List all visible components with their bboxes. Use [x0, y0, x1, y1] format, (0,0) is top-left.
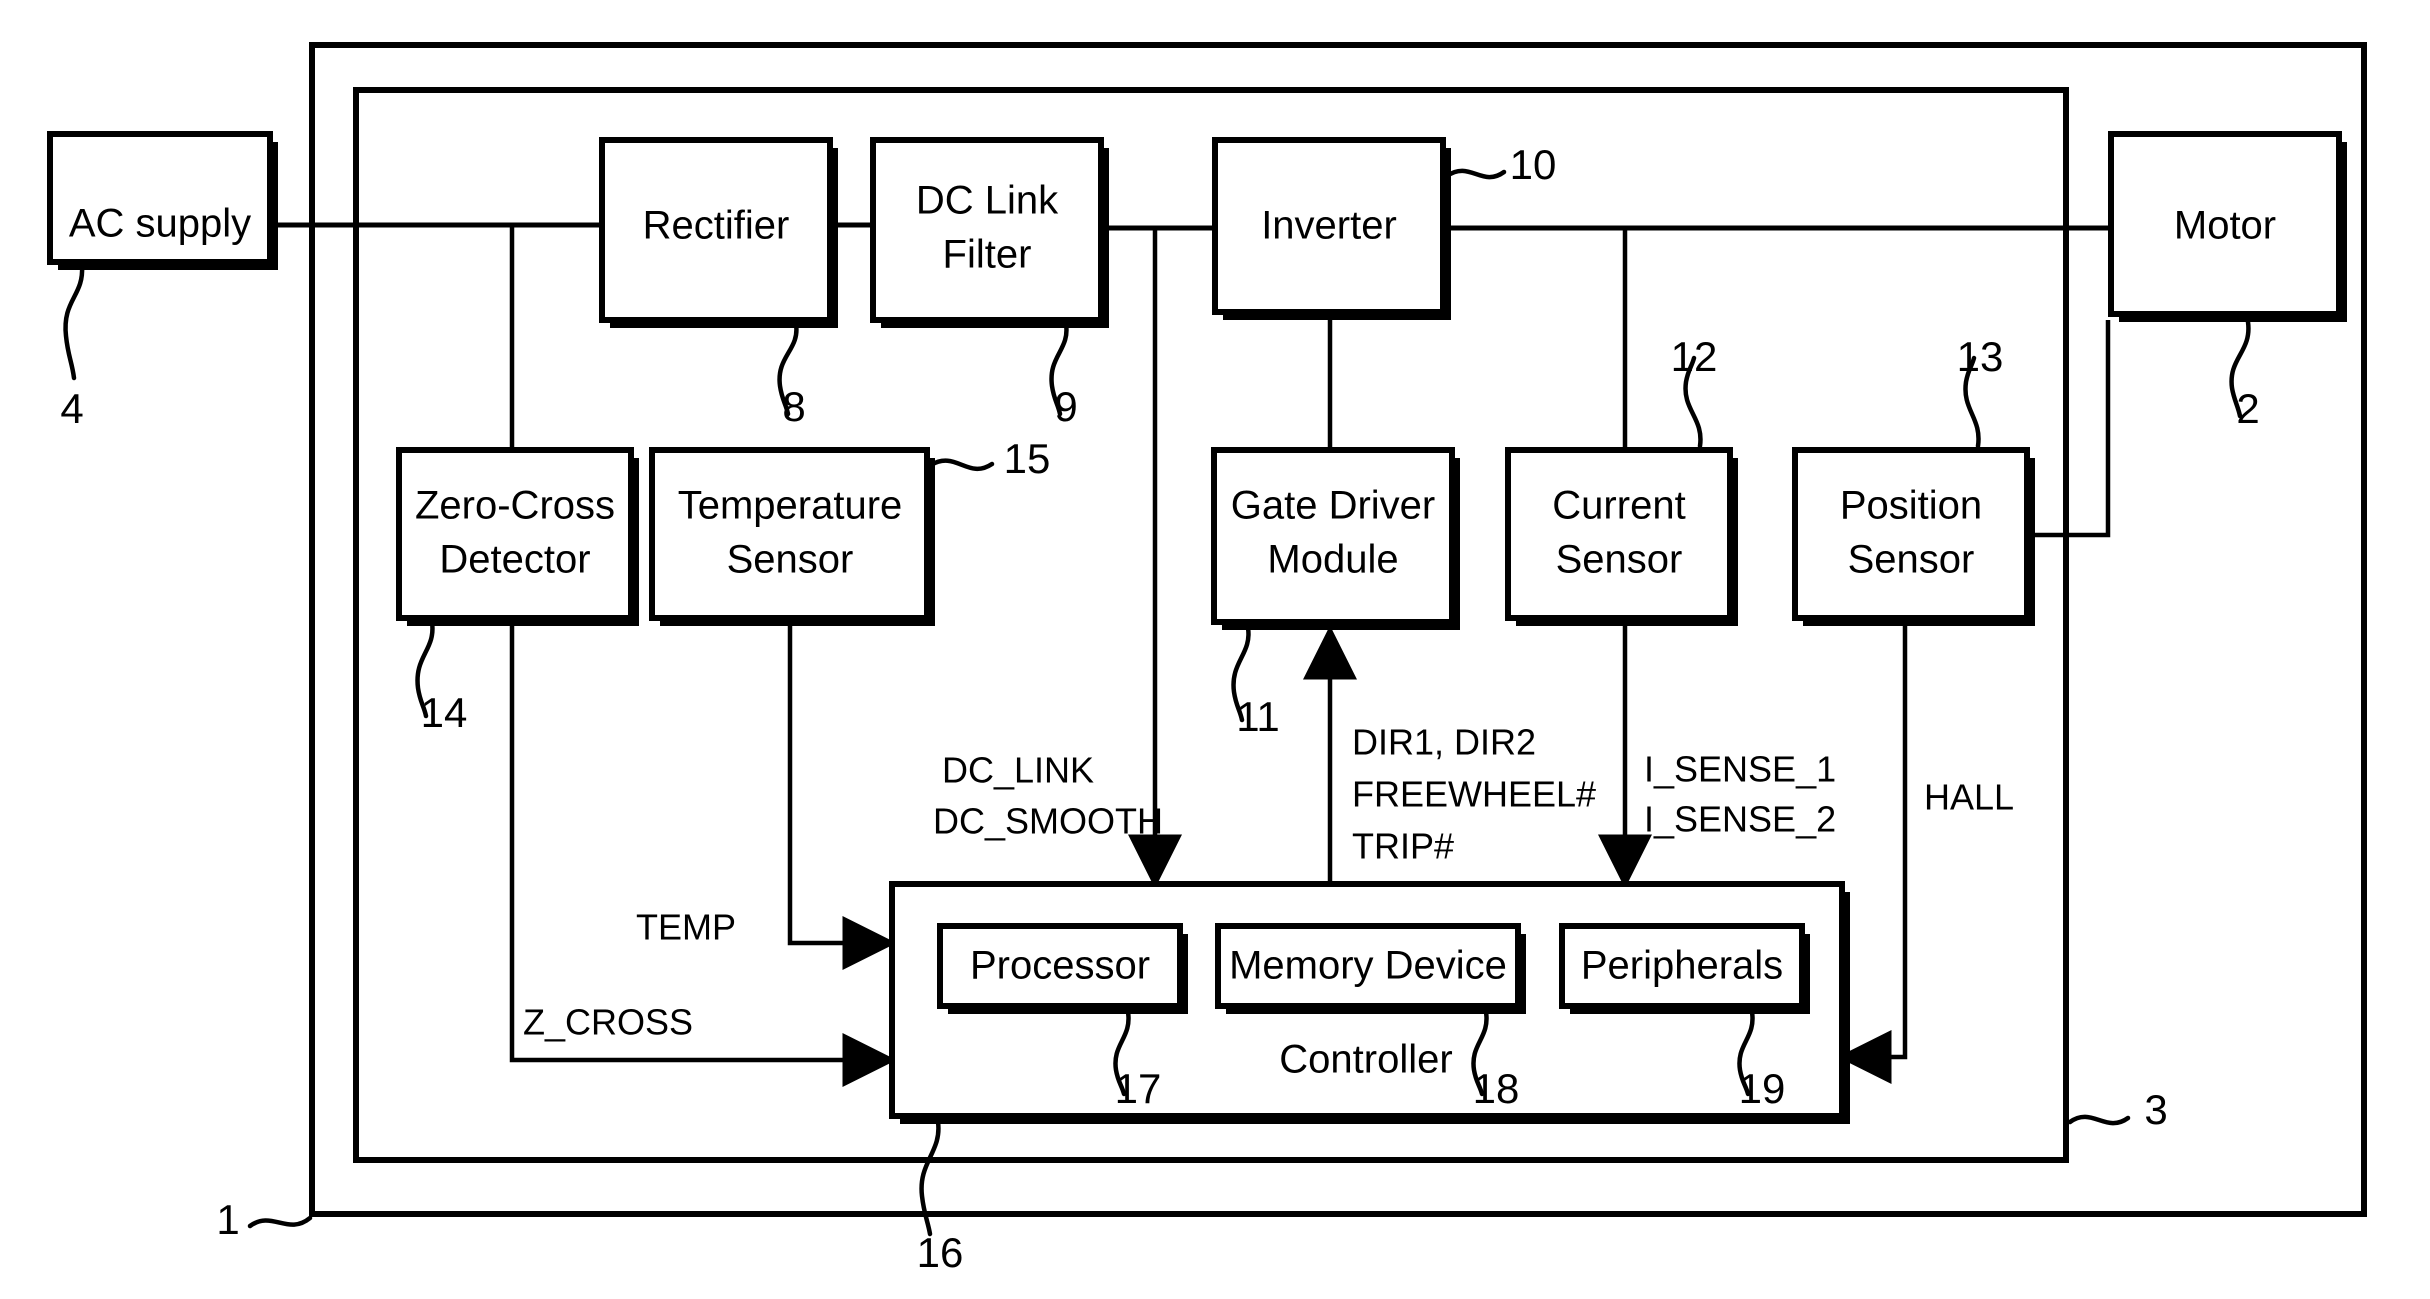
ref-2: 2 [2236, 385, 2259, 432]
temperature-sensor-label-line2: Sensor [727, 538, 854, 582]
leader-1 [247, 1215, 313, 1229]
position-sensor-block[interactable] [1792, 447, 2030, 621]
rectifier-label: Rectifier [643, 204, 790, 248]
wire-zero-cross-to-controller [509, 626, 897, 1087]
dc-link-filter-label-line1: DC Link [916, 179, 1059, 223]
signal-trip: TRIP# [1352, 826, 1454, 867]
temperature-sensor-block[interactable] [649, 447, 930, 621]
zero-cross-label-line2: Detector [439, 538, 590, 582]
processor-label: Processor [970, 944, 1150, 988]
ref-13: 13 [1957, 333, 2004, 380]
peripherals-label: Peripherals [1581, 944, 1783, 988]
ref-15: 15 [1004, 435, 1051, 482]
ref-14: 14 [421, 689, 468, 736]
figure-canvas: AC supply 4 Rectifier 8 DC Link Filter 9… [0, 0, 2430, 1299]
signal-i-sense-1: I_SENSE_1 [1644, 749, 1836, 790]
ref-10: 10 [1510, 141, 1557, 188]
signal-freewheel: FREEWHEEL# [1352, 774, 1596, 815]
gate-driver-label-line2: Module [1267, 538, 1398, 582]
ac-supply-label: AC supply [69, 202, 251, 246]
gate-driver-block[interactable] [1211, 447, 1455, 625]
temperature-sensor-label-line1: Temperature [678, 484, 903, 528]
position-sensor-label-line2: Sensor [1848, 538, 1975, 582]
motor-label: Motor [2174, 204, 2276, 248]
ref-4: 4 [60, 385, 83, 432]
signal-temp: TEMP [636, 907, 736, 948]
ref-19: 19 [1739, 1065, 1786, 1112]
block-diagram-svg: AC supply 4 Rectifier 8 DC Link Filter 9… [47, 42, 2367, 1276]
dc-link-filter-label-line2: Filter [943, 233, 1032, 277]
signal-z-cross: Z_CROSS [523, 1002, 693, 1043]
memory-device-label: Memory Device [1229, 944, 1507, 988]
leader-4 [63, 263, 85, 381]
controller-label: Controller [1279, 1038, 1452, 1082]
ref-1: 1 [216, 1196, 239, 1243]
current-sensor-block[interactable] [1505, 447, 1733, 621]
signal-hall: HALL [1924, 777, 2014, 818]
leader-16 [919, 1119, 941, 1237]
zero-cross-block[interactable] [396, 447, 634, 621]
inverter-label: Inverter [1261, 204, 1397, 248]
current-sensor-label-line1: Current [1552, 484, 1685, 528]
dc-link-filter-block[interactable] [870, 137, 1104, 323]
ref-9: 9 [1054, 383, 1077, 430]
signal-i-sense-2: I_SENSE_2 [1644, 799, 1836, 840]
signal-dc-link: DC_LINK [942, 750, 1094, 791]
ref-17: 17 [1115, 1065, 1162, 1112]
leader-10 [1444, 168, 1507, 180]
leader-15 [928, 458, 995, 472]
ref-8: 8 [782, 383, 805, 430]
signal-dir: DIR1, DIR2 [1352, 722, 1536, 763]
ref-12: 12 [1671, 333, 1718, 380]
gate-driver-label-line1: Gate Driver [1231, 484, 1436, 528]
leader-3 [2067, 1114, 2131, 1126]
signal-dc-smooth: DC_SMOOTH [933, 801, 1163, 842]
current-sensor-label-line2: Sensor [1556, 538, 1683, 582]
zero-cross-label-line1: Zero-Cross [415, 484, 615, 528]
ref-18: 18 [1473, 1065, 1520, 1112]
wire-temperature-to-controller [787, 626, 897, 970]
ref-11: 11 [1236, 693, 1280, 740]
wire-position-sensor-hall [1837, 626, 1908, 1084]
ref-3: 3 [2144, 1086, 2167, 1133]
ref-16: 16 [917, 1229, 964, 1276]
position-sensor-label-line1: Position [1840, 484, 1982, 528]
